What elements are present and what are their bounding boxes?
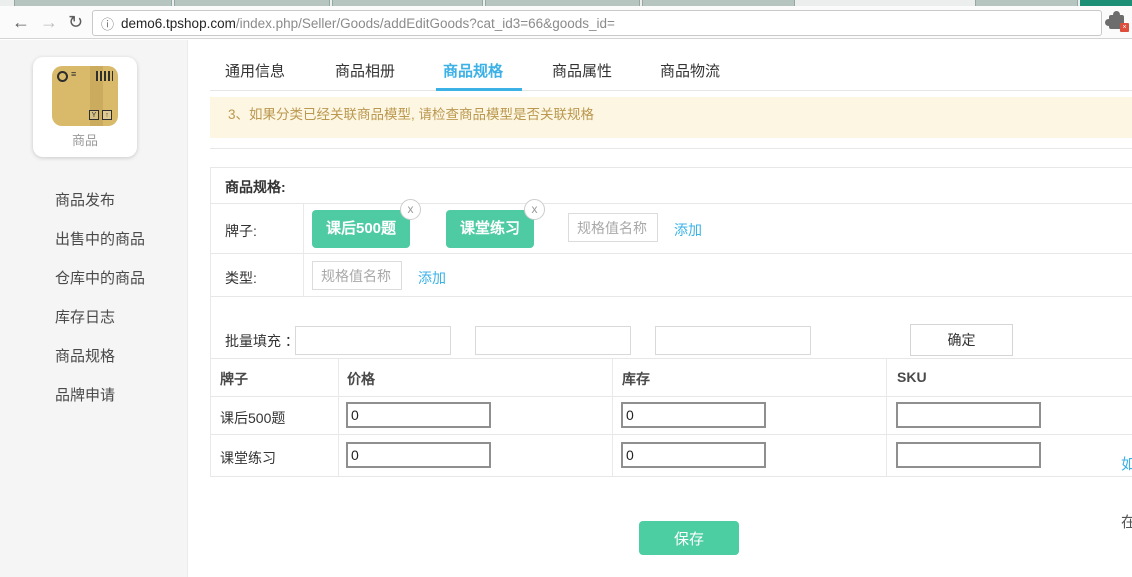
divider (210, 296, 1132, 297)
sidebar-item-brand-apply[interactable]: 品牌申请 (0, 375, 187, 414)
stock-input[interactable] (621, 442, 766, 468)
notice-bar: 3、如果分类已经关联商品模型, 请检查商品模型是否关联规格 (210, 97, 1132, 138)
label-column-divider (303, 203, 304, 296)
brand-spec-value-input[interactable] (568, 213, 658, 242)
url-path: /index.php/Seller/Goods/addEditGoods?cat… (236, 16, 615, 31)
table-column-divider (612, 358, 613, 476)
table-bottom-border (210, 476, 1132, 477)
tab-goods-album[interactable]: 商品相册 (335, 60, 395, 81)
forward-icon[interactable]: → (40, 10, 58, 34)
package-box-icon: Y ↑ (52, 66, 118, 126)
tag-text: 课后500题 (326, 220, 396, 237)
browser-toolbar: ← → ↻ ⓘ demo6.tpshop.com/index.php/Selle… (0, 6, 1132, 39)
clipped-text-fragment: 在 (1121, 511, 1132, 532)
type-spec-value-input[interactable] (312, 261, 402, 290)
batch-price-input[interactable] (295, 326, 451, 355)
notice-text: 3、如果分类已经关联商品模型, 请检查商品模型是否关联规格 (210, 97, 1132, 123)
tab-goods-spec[interactable]: 商品规格 (443, 60, 503, 81)
divider (210, 148, 1132, 149)
tag-close-icon[interactable]: x (400, 199, 421, 220)
sidebar-item-on-sale-goods[interactable]: 出售中的商品 (0, 219, 187, 258)
row-brand-name: 课堂练习 (220, 448, 276, 468)
page: ← → ↻ ⓘ demo6.tpshop.com/index.php/Selle… (0, 0, 1132, 577)
sidebar-nav: 商品发布 出售中的商品 仓库中的商品 库存日志 商品规格 品牌申请 (0, 180, 187, 414)
spec-value-tag[interactable]: 课堂练习 x (446, 210, 534, 248)
tag-close-icon[interactable]: x (524, 199, 545, 220)
price-input[interactable] (346, 402, 491, 428)
refresh-icon[interactable]: ↻ (68, 10, 83, 34)
address-bar[interactable]: ⓘ demo6.tpshop.com/index.php/Seller/Good… (92, 10, 1102, 36)
batch-sku-input[interactable] (655, 326, 811, 355)
batch-fill-label: 批量填充 ： (225, 331, 299, 351)
goods-category-card[interactable]: Y ↑ 商品 (33, 57, 137, 157)
table-column-divider (338, 358, 339, 476)
logo-icon (57, 71, 68, 82)
info-icon[interactable]: ⓘ (101, 14, 114, 33)
stock-input[interactable] (621, 402, 766, 428)
type-row-label: 类型: (225, 268, 257, 288)
col-header-price: 价格 (347, 369, 375, 389)
sidebar-item-goods-spec[interactable]: 商品规格 (0, 336, 187, 375)
goods-card-label: 商品 (33, 130, 137, 149)
sidebar-item-stock-log[interactable]: 库存日志 (0, 297, 187, 336)
col-header-stock: 库存 (622, 369, 650, 389)
sku-input[interactable] (896, 442, 1041, 468)
spec-section-title: 商品规格: (225, 177, 286, 197)
col-header-brand: 牌子 (220, 369, 248, 389)
table-top-border (210, 358, 1132, 359)
confirm-button[interactable]: 确定 (910, 324, 1013, 356)
spec-panel-left-border (210, 167, 211, 476)
brand-add-link[interactable]: 添加 (674, 220, 702, 240)
divider (210, 203, 1132, 204)
brand-row-label: 牌子: (225, 221, 257, 241)
back-icon[interactable]: ← (12, 10, 30, 34)
tab-general-info[interactable]: 通用信息 (225, 60, 285, 81)
spec-panel-top-border (210, 167, 1132, 168)
content-tabs: 通用信息 商品相册 商品规格 商品属性 商品物流 (210, 58, 1132, 91)
barcode-icon (96, 71, 113, 81)
tag-text: 课堂练习 (460, 220, 520, 237)
clipped-link-fragment[interactable]: 如 (1121, 453, 1132, 474)
col-header-sku: SKU (897, 369, 927, 385)
this-side-up-icon: ↑ (102, 110, 112, 120)
sidebar: Y ↑ 商品 商品发布 出售中的商品 仓库中的商品 库存日志 商品规格 品牌申请 (0, 40, 188, 577)
table-header-border (210, 396, 1132, 397)
fragile-mark-icon: Y (89, 110, 99, 120)
type-add-link[interactable]: 添加 (418, 268, 446, 288)
active-tab-underline (436, 88, 522, 91)
batch-stock-input[interactable] (475, 326, 631, 355)
save-button[interactable]: 保存 (639, 521, 739, 555)
tab-goods-attr[interactable]: 商品属性 (552, 60, 612, 81)
divider (210, 253, 1132, 254)
tab-goods-logistics[interactable]: 商品物流 (660, 60, 720, 81)
table-row-border (210, 434, 1132, 435)
sidebar-item-warehouse-goods[interactable]: 仓库中的商品 (0, 258, 187, 297)
url-domain: demo6.tpshop.com (121, 16, 236, 31)
sidebar-item-goods-publish[interactable]: 商品发布 (0, 180, 187, 219)
price-input[interactable] (346, 442, 491, 468)
row-brand-name: 课后500题 (220, 408, 285, 428)
table-column-divider (886, 358, 887, 476)
spec-value-tag[interactable]: 课后500题 x (312, 210, 410, 248)
sku-input[interactable] (896, 402, 1041, 428)
extension-error-badge: × (1120, 23, 1129, 32)
